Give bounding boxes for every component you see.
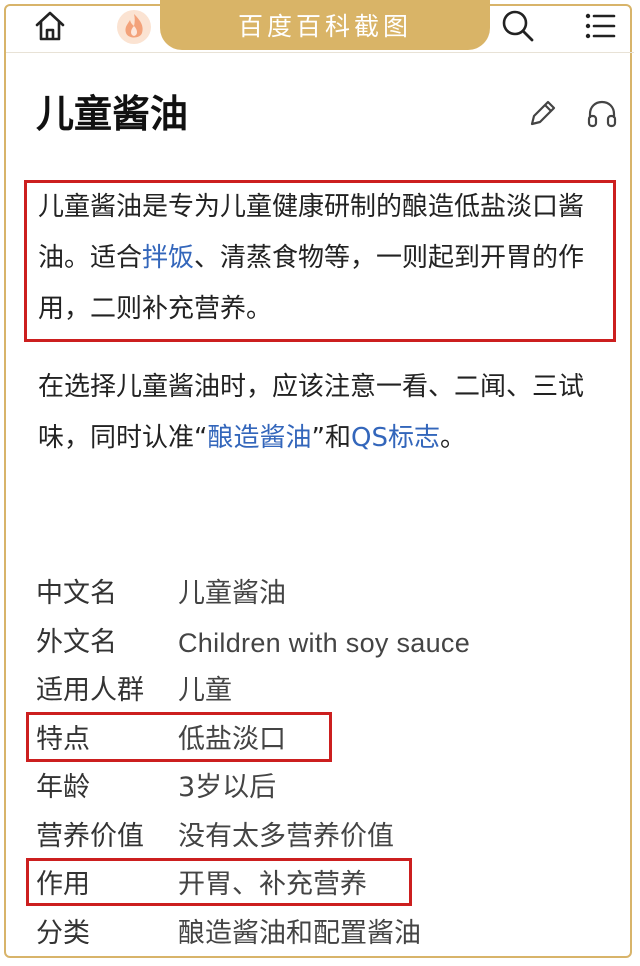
info-key: 外文名: [36, 626, 117, 658]
info-value: 儿童酱油: [178, 578, 286, 609]
highlight-box-function: [26, 858, 412, 906]
listen-button[interactable]: [584, 96, 620, 132]
highlight-box-summary: [24, 180, 616, 342]
headphones-icon: [587, 100, 617, 128]
info-row: 营养价值 没有太多营养价值: [36, 813, 616, 862]
menu-icon: [585, 13, 616, 39]
fire-icon[interactable]: [114, 6, 154, 46]
info-key: 营养价值: [36, 820, 144, 852]
title-row: 儿童酱油: [36, 88, 617, 140]
banner-text: 百度百科截图: [237, 12, 412, 41]
link-niangzao-jiangyou[interactable]: 酿造酱油: [207, 423, 311, 453]
selection-text-2: ”和: [311, 423, 351, 453]
info-value: 儿童: [178, 675, 232, 706]
edit-icon: [530, 100, 556, 126]
search-icon: [502, 10, 534, 42]
menu-button[interactable]: [580, 6, 620, 46]
banner: 百度百科截图: [160, 0, 490, 50]
selection-paragraph: 在选择儿童酱油时，应该注意一看、二闻、三试味，同时认准“酿造酱油”和QS标志。: [38, 362, 598, 464]
page-title: 儿童酱油: [36, 92, 189, 136]
search-button[interactable]: [498, 6, 538, 46]
highlight-box-feature: [26, 712, 332, 762]
info-row: 中文名 儿童酱油: [36, 570, 616, 619]
home-icon: [35, 11, 65, 41]
info-key: 中文名: [36, 578, 117, 609]
info-key: 年龄: [36, 772, 90, 803]
home-button[interactable]: [30, 6, 70, 46]
header-divider: [6, 52, 634, 53]
info-value: 没有太多营养价值: [178, 820, 394, 852]
info-value: 3岁以后: [178, 772, 277, 803]
info-row: 分类 酿造酱油和配置酱油: [36, 910, 616, 959]
info-value: Children with soy sauce: [178, 627, 471, 658]
info-value: 酿造酱油和配置酱油: [178, 917, 421, 949]
selection-text-3: 。: [439, 423, 466, 453]
info-key: 分类: [36, 917, 90, 949]
info-key: 适用人群: [36, 675, 144, 706]
info-row: 年龄 3岁以后: [36, 764, 616, 813]
top-bar: 百度百科截图: [0, 0, 640, 54]
info-row: 外文名 Children with soy sauce: [36, 619, 616, 668]
edit-button[interactable]: [524, 96, 560, 132]
info-row: 适用人群 儿童: [36, 667, 616, 716]
link-qs-mark[interactable]: QS标志: [351, 423, 440, 453]
